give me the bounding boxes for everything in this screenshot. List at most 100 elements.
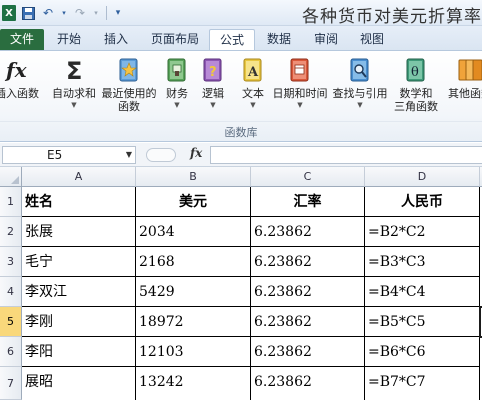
cell-d5[interactable]: =B5*C5 bbox=[365, 307, 480, 337]
recently-used-button[interactable]: 最近使用的 函数 bbox=[100, 55, 158, 117]
save-icon[interactable] bbox=[20, 5, 36, 21]
column-header-a[interactable]: A bbox=[22, 167, 136, 187]
text-button[interactable]: A 文本 ▼ bbox=[236, 55, 270, 117]
cell-c1[interactable]: 汇率 bbox=[251, 187, 365, 217]
toolbar-separator bbox=[106, 6, 107, 20]
tab-data[interactable]: 数据 bbox=[257, 29, 301, 50]
svg-text:θ: θ bbox=[411, 65, 419, 80]
cell-d7[interactable]: =B7*C7 bbox=[365, 367, 480, 400]
formula-input[interactable] bbox=[210, 146, 482, 164]
svg-text:fx: fx bbox=[4, 58, 28, 82]
row-header[interactable]: 1 bbox=[0, 187, 22, 217]
cell-b7[interactable]: 13242 bbox=[136, 367, 251, 400]
logic-book-icon: ? bbox=[198, 55, 228, 85]
chevron-down-icon: ▼ bbox=[174, 101, 180, 109]
cell-a5[interactable]: 李刚 bbox=[22, 307, 136, 337]
tab-view[interactable]: 视图 bbox=[350, 29, 394, 50]
title-bar: X ↶ ▾ ↷ ▾ ▾ 各种货币对美元折算率 bbox=[0, 0, 482, 27]
cell-b6[interactable]: 12103 bbox=[136, 337, 251, 367]
cell-a1[interactable]: 姓名 bbox=[22, 187, 136, 217]
text-label: 文本 bbox=[242, 87, 264, 100]
row-header-selected[interactable]: 5 bbox=[0, 307, 22, 337]
cell-a7[interactable]: 展昭 bbox=[22, 367, 136, 400]
finance-book-icon bbox=[162, 55, 192, 85]
cell-a2[interactable]: 张展 bbox=[22, 217, 136, 247]
cell-c7[interactable]: 6.23862 bbox=[251, 367, 365, 400]
logical-button[interactable]: ? 逻辑 ▼ bbox=[196, 55, 230, 117]
row-header[interactable]: 4 bbox=[0, 277, 22, 307]
datetime-book-icon bbox=[285, 55, 315, 85]
cell-b1[interactable]: 美元 bbox=[136, 187, 251, 217]
quick-access-toolbar: X ↶ ▾ ↷ ▾ ▾ bbox=[2, 3, 123, 23]
tab-file[interactable]: 文件 bbox=[0, 29, 44, 50]
recently-used-label: 最近使用的 bbox=[101, 87, 157, 100]
select-all-button[interactable] bbox=[0, 167, 22, 187]
math-trig-button[interactable]: θ 数学和 三角函数 bbox=[390, 55, 442, 117]
more-book-icon bbox=[455, 55, 482, 85]
fx-icon[interactable]: fx bbox=[190, 146, 202, 160]
name-box-value: E5 bbox=[47, 148, 63, 162]
cell-b3[interactable]: 2168 bbox=[136, 247, 251, 277]
recently-used-label2: 函数 bbox=[118, 100, 140, 113]
insert-function-button[interactable]: fx 插入函数 bbox=[0, 55, 40, 117]
cell-b5[interactable]: 18972 bbox=[136, 307, 251, 337]
ribbon-group-label: 函数库 bbox=[224, 126, 258, 139]
row-header[interactable]: 7 bbox=[0, 367, 22, 400]
cell-d3[interactable]: =B3*C3 bbox=[365, 247, 480, 277]
cell-c4[interactable]: 6.23862 bbox=[251, 277, 365, 307]
cell-a3[interactable]: 毛宁 bbox=[22, 247, 136, 277]
cell-c2[interactable]: 6.23862 bbox=[251, 217, 365, 247]
cell-a6[interactable]: 李阳 bbox=[22, 337, 136, 367]
undo-icon[interactable]: ↶ bbox=[40, 5, 56, 21]
tab-page-layout[interactable]: 页面布局 bbox=[141, 29, 209, 50]
cell-d4[interactable]: =B4*C4 bbox=[365, 277, 480, 307]
chevron-down-icon: ▼ bbox=[210, 101, 216, 109]
undo-dropdown-icon[interactable]: ▾ bbox=[60, 5, 68, 21]
sigma-icon: Σ bbox=[59, 55, 89, 85]
svg-text:A: A bbox=[247, 65, 259, 80]
customize-toolbar-icon[interactable]: ▾ bbox=[113, 5, 123, 21]
ribbon-formulas: fx 插入函数 Σ 自动求和 ▼ 最近使用的 函数 财务 ▼ ? 逻辑 ▼ A bbox=[0, 50, 482, 142]
tab-home[interactable]: 开始 bbox=[47, 29, 91, 50]
cell-d1[interactable]: 人民币 bbox=[365, 187, 480, 217]
cell-c5[interactable]: 6.23862 bbox=[251, 307, 365, 337]
financial-button[interactable]: 财务 ▼ bbox=[160, 55, 194, 117]
tab-review[interactable]: 审阅 bbox=[304, 29, 348, 50]
column-header-d[interactable]: D bbox=[365, 167, 480, 187]
cell-b4[interactable]: 5429 bbox=[136, 277, 251, 307]
date-time-button[interactable]: 日期和时间 ▼ bbox=[270, 55, 330, 117]
cell-c3[interactable]: 6.23862 bbox=[251, 247, 365, 277]
ribbon-tabs: 文件 开始 插入 页面布局 公式 数据 审阅 视图 bbox=[0, 26, 482, 51]
column-header-b[interactable]: B bbox=[136, 167, 251, 187]
cell-d6[interactable]: =B6*C6 bbox=[365, 337, 480, 367]
cell-b2[interactable]: 2034 bbox=[136, 217, 251, 247]
more-functions-button[interactable]: 其他函数 bbox=[444, 55, 482, 117]
insert-function-label: 插入函数 bbox=[0, 87, 39, 100]
cell-a4[interactable]: 李双江 bbox=[22, 277, 136, 307]
svg-text:Σ: Σ bbox=[66, 57, 82, 84]
svg-text:?: ? bbox=[209, 65, 217, 80]
lookup-reference-button[interactable]: 查找与引用 ▼ bbox=[330, 55, 390, 117]
redo-icon[interactable]: ↷ bbox=[72, 5, 88, 21]
tab-insert[interactable]: 插入 bbox=[94, 29, 138, 50]
window-title: 各种货币对美元折算率 bbox=[302, 7, 482, 27]
row-header[interactable]: 2 bbox=[0, 217, 22, 247]
name-box[interactable]: E5 ▼ bbox=[2, 146, 136, 164]
cell-d2[interactable]: =B2*C2 bbox=[365, 217, 480, 247]
redo-dropdown-icon[interactable]: ▾ bbox=[92, 5, 100, 21]
date-time-label: 日期和时间 bbox=[272, 87, 328, 100]
column-header-c[interactable]: C bbox=[251, 167, 365, 187]
formula-bar-toggle[interactable] bbox=[146, 148, 176, 162]
autosum-button[interactable]: Σ 自动求和 ▼ bbox=[48, 55, 100, 117]
recent-book-icon bbox=[114, 55, 144, 85]
row-header[interactable]: 3 bbox=[0, 247, 22, 277]
spreadsheet-grid: A B C D 1 2 3 4 5 6 7 姓名 美元 汇率 人民币 张展 20… bbox=[0, 167, 482, 400]
logical-label: 逻辑 bbox=[202, 87, 224, 100]
row-header[interactable]: 6 bbox=[0, 337, 22, 367]
math-trig-label: 数学和 bbox=[399, 87, 433, 100]
chevron-down-icon[interactable]: ▼ bbox=[126, 147, 132, 163]
cell-c6[interactable]: 6.23862 bbox=[251, 337, 365, 367]
lookup-reference-label: 查找与引用 bbox=[332, 87, 388, 100]
tab-formulas[interactable]: 公式 bbox=[209, 29, 256, 51]
excel-app-icon[interactable]: X bbox=[2, 5, 16, 21]
